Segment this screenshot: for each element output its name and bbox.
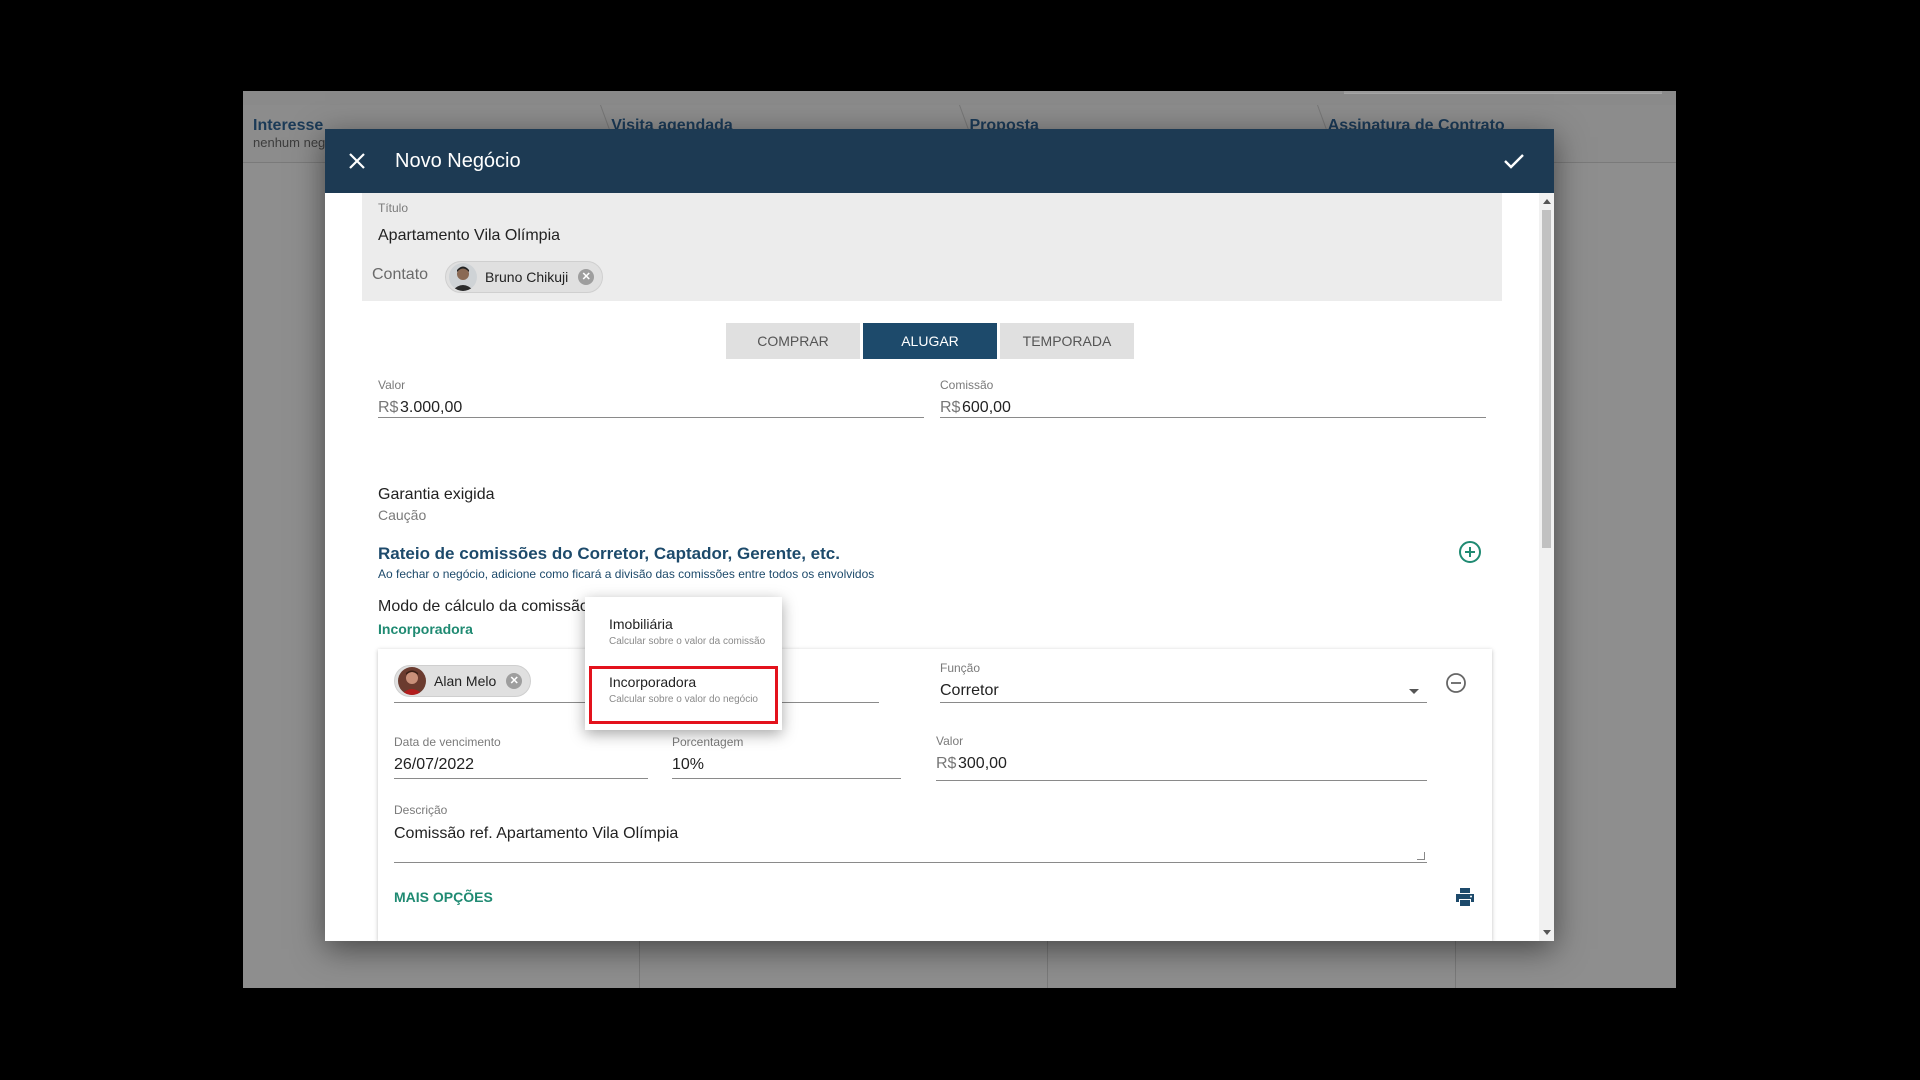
due-date-field[interactable]: Data de vencimento 26/07/2022 — [394, 735, 648, 779]
modal-header: Novo Negócio — [325, 129, 1554, 193]
currency-prefix: R$ — [936, 755, 957, 772]
resize-handle[interactable] — [1417, 852, 1425, 860]
percentage-value: 10% — [672, 756, 705, 773]
new-deal-modal: Novo Negócio Título Apartamento Vila Olí… — [325, 129, 1554, 941]
type-alugar-button[interactable]: ALUGAR — [863, 323, 997, 359]
close-button[interactable] — [325, 129, 389, 193]
calc-mode-value[interactable]: Incorporadora — [378, 621, 473, 637]
commission-value-field[interactable]: Valor R$ 300,00 — [936, 734, 1427, 781]
percentage-field[interactable]: Porcentagem 10% — [672, 735, 901, 779]
add-commission-button[interactable] — [1457, 539, 1483, 565]
contact-label: Contato — [372, 266, 429, 283]
app-topbar — [243, 91, 1676, 105]
title-label: Título — [378, 201, 409, 215]
rateio-title: Rateio de comissões do Corretor, Captado… — [378, 544, 840, 563]
scrollbar-thumb[interactable] — [1542, 210, 1551, 548]
description-value: Comissão ref. Apartamento Vila Olímpia — [394, 825, 679, 842]
type-temporada-button[interactable]: TEMPORADA — [1000, 323, 1134, 359]
funcao-label: Função — [940, 661, 981, 675]
close-icon — [349, 153, 365, 169]
menu-item-description: Calcular sobre o valor do negócio — [609, 694, 758, 705]
contact-chip-label: Bruno Chikuji — [485, 269, 569, 285]
chevron-down-icon — [1409, 689, 1419, 694]
modal-title: Novo Negócio — [395, 149, 521, 172]
remove-person-icon[interactable]: ✕ — [506, 673, 523, 689]
description-field[interactable]: Descrição Comissão ref. Apartamento Vila… — [394, 803, 1427, 863]
comissao-field[interactable]: Comissão R$ 600,00 — [940, 378, 1486, 418]
funcao-value: Corretor — [940, 682, 999, 699]
menu-item-imobiliaria[interactable]: Imobiliária Calcular sobre o valor da co… — [585, 608, 782, 666]
menu-item-label: Imobiliária — [609, 616, 673, 632]
avatar — [449, 263, 477, 291]
search-bar — [1344, 91, 1662, 94]
menu-item-incorporadora[interactable]: Incorporadora Calcular sobre o valor do … — [589, 666, 778, 724]
garantia-value: Caução — [378, 507, 427, 523]
check-icon — [1504, 154, 1524, 169]
commission-value-value: 300,00 — [958, 755, 1007, 772]
remove-circle-icon — [1446, 673, 1466, 693]
modal-body: Título Apartamento Vila Olímpia Contato … — [325, 193, 1539, 941]
remove-commission-button[interactable] — [1444, 671, 1468, 695]
menu-item-label: Incorporadora — [609, 674, 697, 690]
title-input[interactable]: Apartamento Vila Olímpia — [378, 227, 560, 245]
valor-label: Valor — [378, 378, 406, 392]
modal-scrollbar[interactable] — [1539, 193, 1554, 941]
rateio-subtitle: Ao fechar o negócio, adicione como ficar… — [378, 567, 875, 581]
calc-mode-label[interactable]: Modo de cálculo da comissão — [378, 598, 589, 616]
commission-card: Alan Melo ✕ Função Corretor Data de venc… — [378, 649, 1492, 941]
menu-item-description: Calcular sobre o valor da comissão — [609, 636, 766, 647]
due-date-label: Data de vencimento — [394, 735, 501, 749]
person-chip[interactable]: Alan Melo ✕ — [394, 665, 532, 697]
confirm-button[interactable] — [1494, 141, 1534, 181]
percentage-label: Porcentagem — [672, 735, 744, 749]
garantia-title[interactable]: Garantia exigida — [378, 486, 495, 504]
remove-contact-icon[interactable]: ✕ — [578, 269, 595, 285]
print-icon — [1456, 888, 1474, 906]
avatar — [398, 667, 426, 695]
calc-mode-dropdown: Imobiliária Calcular sobre o valor da co… — [585, 597, 782, 730]
scroll-up-icon[interactable] — [1543, 199, 1551, 204]
add-circle-icon — [1459, 541, 1481, 563]
contact-chip[interactable]: Bruno Chikuji ✕ — [445, 261, 604, 293]
deal-type-toggle: COMPRAR ALUGAR TEMPORADA — [726, 323, 1134, 359]
funcao-select[interactable]: Função Corretor — [940, 661, 1427, 703]
currency-prefix: R$ — [940, 399, 961, 416]
title-panel: Título Apartamento Vila Olímpia Contato … — [362, 193, 1502, 301]
currency-prefix: R$ — [378, 399, 399, 416]
description-label: Descrição — [394, 803, 448, 817]
commission-value-label: Valor — [936, 734, 964, 748]
due-date-value: 26/07/2022 — [394, 756, 475, 773]
valor-value: 3.000,00 — [400, 399, 463, 416]
more-options-button[interactable]: MAIS OPÇÕES — [394, 889, 493, 905]
print-button[interactable] — [1453, 885, 1477, 909]
scroll-down-icon[interactable] — [1543, 930, 1551, 935]
comissao-value: 600,00 — [962, 399, 1011, 416]
comissao-label: Comissão — [940, 378, 994, 392]
type-comprar-button[interactable]: COMPRAR — [726, 323, 860, 359]
person-chip-label: Alan Melo — [434, 673, 497, 689]
valor-field[interactable]: Valor R$ 3.000,00 — [378, 378, 924, 418]
